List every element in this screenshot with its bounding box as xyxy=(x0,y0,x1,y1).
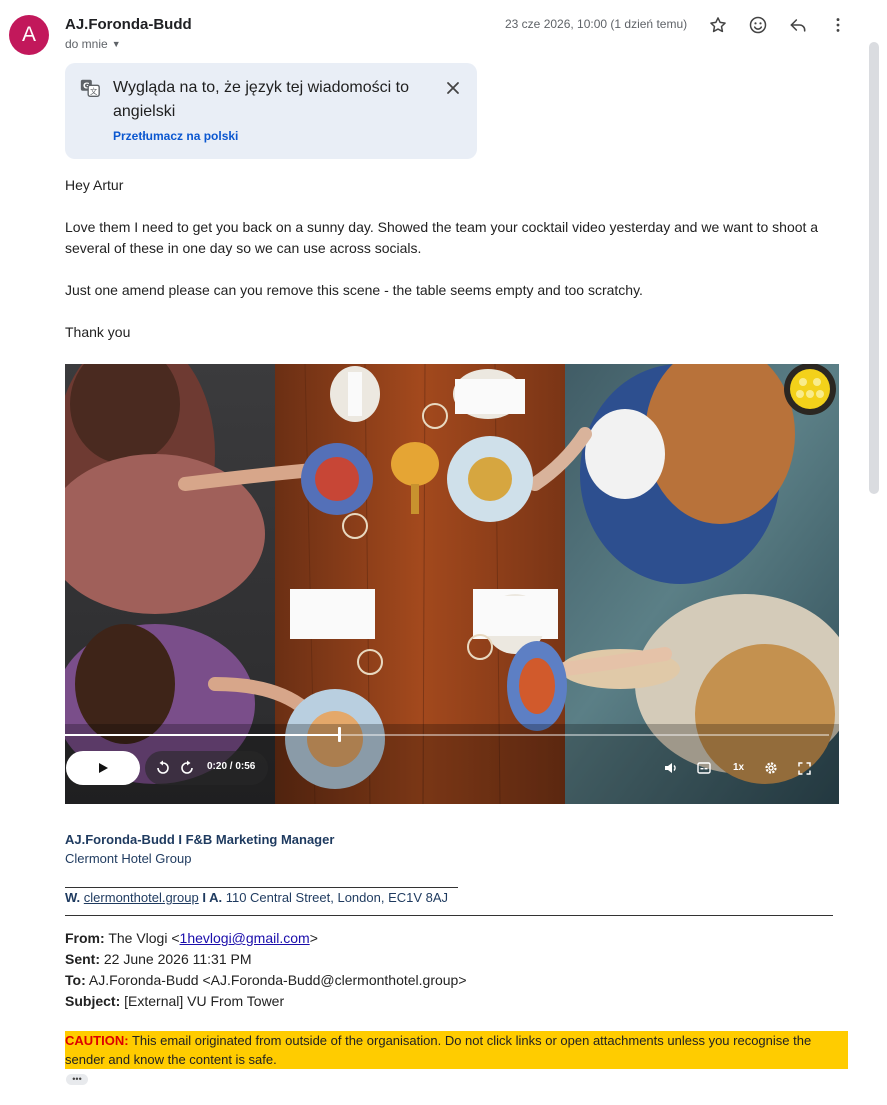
signature-company: Clermont Hotel Group xyxy=(65,851,192,866)
recipient-label: do mnie xyxy=(65,37,108,51)
signature-divider xyxy=(65,887,458,888)
closing: Thank you xyxy=(65,324,131,340)
translate-message: Wygląda na to, że język tej wiadomości t… xyxy=(113,79,409,120)
from-name: The Vlogi < xyxy=(108,930,180,946)
message-date: 23 cze 2026, 10:00 (1 dzień temu) xyxy=(505,17,688,31)
greeting: Hey Artur xyxy=(65,177,124,193)
playback-speed-button[interactable]: 1x xyxy=(733,762,744,773)
scrollbar-thumb[interactable] xyxy=(869,42,879,494)
body-paragraph: Love them I need to get you back on a su… xyxy=(65,219,819,256)
play-button[interactable] xyxy=(66,751,140,785)
star-button[interactable] xyxy=(706,13,730,37)
forwarded-subject: Subject: [External] VU From Tower xyxy=(65,993,284,1009)
video-progress-track[interactable] xyxy=(65,734,829,736)
sent-value: 22 June 2026 11:31 PM xyxy=(103,951,252,967)
forwarded-sent: Sent: 22 June 2026 11:31 PM xyxy=(65,951,252,967)
forward-divider xyxy=(65,915,833,916)
settings-button[interactable] xyxy=(762,760,780,776)
translate-close-button[interactable] xyxy=(441,76,465,100)
captions-icon xyxy=(697,762,711,774)
gear-icon xyxy=(765,762,777,774)
video-time: 0:20 / 0:56 xyxy=(207,761,256,772)
video-progress-fill xyxy=(65,734,338,736)
from-email-link[interactable]: 1hevlogi@gmail.com xyxy=(180,930,310,946)
body-paragraph: Just one amend please can you remove thi… xyxy=(65,282,643,298)
caution-text: This email originated from outside of th… xyxy=(65,1033,812,1067)
fullscreen-icon xyxy=(797,761,811,775)
reply-icon xyxy=(790,19,806,32)
more-options-button[interactable] xyxy=(826,13,850,37)
caution-banner: CAUTION: This email originated from outs… xyxy=(65,1031,848,1069)
recipient-details-toggle[interactable]: do mnie ▼ xyxy=(65,37,121,51)
forwarded-to: To: AJ.Foronda-Budd <AJ.Foronda-Budd@cle… xyxy=(65,972,467,988)
signature-name: AJ.Foronda-Budd I F&B Marketing Manager xyxy=(65,832,335,847)
volume-button[interactable] xyxy=(662,760,680,776)
forward-icon xyxy=(181,760,193,774)
translate-icon: G文 xyxy=(79,77,101,99)
video-scrub-handle[interactable] xyxy=(338,727,341,742)
rewind-button[interactable] xyxy=(155,760,171,776)
rewind-icon xyxy=(157,760,169,774)
signature-contact: W. clermonthotel.group I A. 110 Central … xyxy=(65,890,448,905)
caret-down-icon: ▼ xyxy=(111,39,121,49)
video-frame xyxy=(65,364,839,804)
forwarded-from: From: The Vlogi <1hevlogi@gmail.com> xyxy=(65,930,318,946)
sender-avatar[interactable]: A xyxy=(9,15,49,55)
translate-banner: G文 Wygląda na to, że język tej wiadomośc… xyxy=(65,63,477,159)
video-player[interactable]: 0:20 / 0:56 1x xyxy=(65,364,839,804)
forward-button[interactable] xyxy=(179,760,195,776)
translate-link[interactable]: Przetłumacz na polski xyxy=(113,129,238,143)
emoji-reaction-button[interactable] xyxy=(746,13,770,37)
svg-text:文: 文 xyxy=(90,87,98,96)
to-value: AJ.Foronda-Budd <AJ.Foronda-Budd@clermon… xyxy=(88,972,467,988)
address-label: I A. xyxy=(202,890,223,905)
from-label: From: xyxy=(65,930,105,946)
sender-name[interactable]: AJ.Foronda-Budd xyxy=(65,16,192,33)
from-close: > xyxy=(309,930,318,946)
star-icon xyxy=(710,17,726,33)
to-label: To: xyxy=(65,972,86,988)
web-label: W. xyxy=(65,890,81,905)
subject-label: Subject: xyxy=(65,993,121,1009)
sent-label: Sent: xyxy=(65,951,100,967)
vertical-dots-icon xyxy=(836,18,840,32)
caution-label: CAUTION: xyxy=(65,1033,129,1048)
seek-controls: 0:20 / 0:56 xyxy=(145,751,268,785)
show-trimmed-content-button[interactable]: ••• xyxy=(66,1074,88,1085)
subject-value: [External] VU From Tower xyxy=(124,993,285,1009)
close-icon xyxy=(447,82,459,94)
address: 110 Central Street, London, EC1V 8AJ xyxy=(225,890,449,905)
reply-button[interactable] xyxy=(786,13,810,37)
website-link[interactable]: clermonthotel.group xyxy=(84,890,199,905)
smiley-icon xyxy=(749,16,767,34)
play-icon xyxy=(99,763,108,773)
fullscreen-button[interactable] xyxy=(795,760,813,776)
captions-button[interactable] xyxy=(695,760,713,776)
volume-icon xyxy=(665,763,676,773)
